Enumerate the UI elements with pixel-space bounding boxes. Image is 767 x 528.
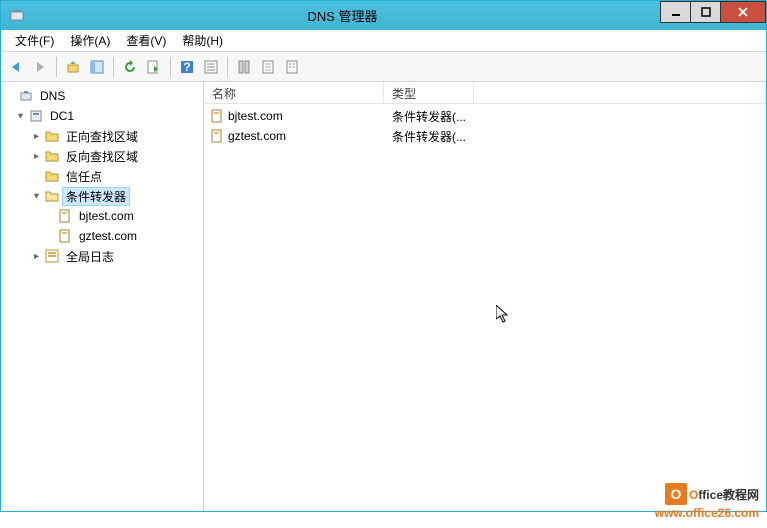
help-button[interactable]: ? (176, 56, 198, 78)
tree-node-trust-points[interactable]: 信任点 (1, 166, 203, 186)
forward-button[interactable] (29, 56, 51, 78)
tree-root-dns[interactable]: DNS (1, 86, 203, 106)
tree-label: 反向查找区域 (62, 148, 142, 165)
toolbar: ? (1, 52, 766, 82)
column-type[interactable]: 类型 (384, 82, 474, 103)
tool-icon-2[interactable] (257, 56, 279, 78)
tree-node-forward-zone[interactable]: ▸ 正向查找区域 (1, 126, 203, 146)
expander-icon[interactable]: ▾ (31, 191, 42, 202)
watermark-prefix: O (689, 488, 698, 502)
watermark-url: www.office26.com (655, 506, 759, 520)
folder-icon (44, 168, 60, 184)
expander-icon[interactable] (31, 171, 42, 182)
row-type: 条件转发器(... (384, 128, 474, 145)
close-button[interactable] (720, 1, 766, 23)
show-hide-button[interactable] (86, 56, 108, 78)
tool-icon-3[interactable] (281, 56, 303, 78)
expander-icon[interactable]: ▾ (15, 111, 26, 122)
folder-icon (44, 148, 60, 164)
expander-icon[interactable]: ▸ (31, 251, 42, 262)
svg-text:?: ? (183, 60, 190, 74)
refresh-button[interactable] (119, 56, 141, 78)
menu-help[interactable]: 帮助(H) (174, 30, 231, 51)
menu-file[interactable]: 文件(F) (7, 30, 62, 51)
zone-file-icon (210, 129, 224, 143)
column-name[interactable]: 名称 (204, 82, 384, 103)
maximize-button[interactable] (690, 1, 720, 23)
tree-label: bjtest.com (75, 209, 138, 223)
window-title: DNS 管理器 (25, 6, 660, 25)
separator (227, 57, 228, 77)
server-icon (28, 108, 44, 124)
tree-label: 全局日志 (62, 248, 118, 265)
list-pane: 名称 类型 bjtest.com 条件转发器(... gztest.com (204, 82, 766, 511)
expander-icon[interactable]: ▸ (31, 151, 42, 162)
row-name: gztest.com (228, 129, 286, 143)
app-icon (9, 8, 25, 24)
tree-label: DNS (36, 89, 69, 103)
dns-manager-window: DNS 管理器 文件(F) 操作(A) 查看(V) 帮助(H) ? (0, 0, 767, 512)
tree-label: gztest.com (75, 229, 141, 243)
tree-label: 信任点 (62, 168, 106, 185)
separator (56, 57, 57, 77)
menu-bar: 文件(F) 操作(A) 查看(V) 帮助(H) (1, 30, 766, 52)
folder-open-icon (44, 188, 60, 204)
window-controls (660, 1, 766, 30)
back-button[interactable] (5, 56, 27, 78)
tree-node-cf-gztest[interactable]: gztest.com (1, 226, 203, 246)
title-bar: DNS 管理器 (1, 1, 766, 30)
row-type: 条件转发器(... (384, 108, 474, 125)
properties-button[interactable] (200, 56, 222, 78)
watermark-logo-icon: O (665, 483, 687, 505)
separator (113, 57, 114, 77)
tree-node-reverse-zone[interactable]: ▸ 反向查找区域 (1, 146, 203, 166)
column-spacer (474, 82, 766, 103)
list-row[interactable]: bjtest.com 条件转发器(... (204, 106, 766, 126)
folder-icon (44, 128, 60, 144)
menu-view[interactable]: 查看(V) (118, 30, 174, 51)
watermark: OOffice教程网 www.office26.com (655, 483, 759, 520)
export-button[interactable] (143, 56, 165, 78)
tool-icon-1[interactable] (233, 56, 255, 78)
zone-file-icon (57, 208, 73, 224)
content-area: DNS ▾ DC1 ▸ 正向查找区域 ▸ 反向查找区域 信任点 (1, 82, 766, 511)
up-button[interactable] (62, 56, 84, 78)
tree-node-server[interactable]: ▾ DC1 (1, 106, 203, 126)
row-name: bjtest.com (228, 109, 283, 123)
tree-node-cf-bjtest[interactable]: bjtest.com (1, 206, 203, 226)
tree-label: DC1 (46, 109, 78, 123)
tree-node-global-logs[interactable]: ▸ 全局日志 (1, 246, 203, 266)
tree-label: 条件转发器 (62, 187, 130, 206)
tree-node-conditional-forwarders[interactable]: ▾ 条件转发器 (1, 186, 203, 206)
dns-icon (18, 88, 34, 104)
watermark-text: ffice教程网 (698, 488, 759, 502)
expander-icon[interactable] (5, 91, 16, 102)
list-row[interactable]: gztest.com 条件转发器(... (204, 126, 766, 146)
list-body[interactable]: bjtest.com 条件转发器(... gztest.com 条件转发器(..… (204, 104, 766, 511)
expander-icon[interactable]: ▸ (31, 131, 42, 142)
list-header: 名称 类型 (204, 82, 766, 104)
tree-pane[interactable]: DNS ▾ DC1 ▸ 正向查找区域 ▸ 反向查找区域 信任点 (1, 82, 204, 511)
minimize-button[interactable] (660, 1, 690, 23)
menu-action[interactable]: 操作(A) (62, 30, 118, 51)
tree-label: 正向查找区域 (62, 128, 142, 145)
mouse-cursor-icon (496, 305, 512, 325)
separator (170, 57, 171, 77)
log-icon (44, 248, 60, 264)
zone-file-icon (57, 228, 73, 244)
zone-file-icon (210, 109, 224, 123)
